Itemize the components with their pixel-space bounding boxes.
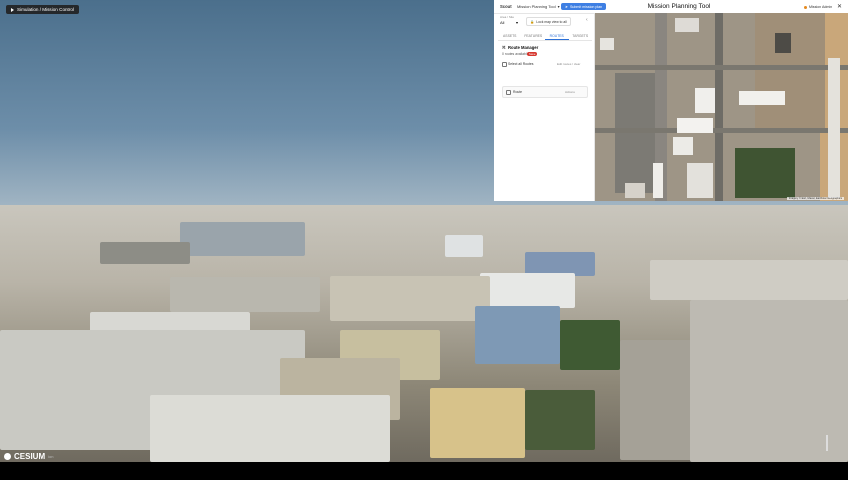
building (620, 340, 700, 460)
select-all-row[interactable]: Select all Routes Edit routes / clear (502, 61, 590, 69)
building (170, 277, 320, 312)
user-status-icon (804, 5, 807, 9)
lock-view-label: Lock map view to all (536, 19, 567, 24)
building (560, 320, 620, 370)
close-icon[interactable]: ✕ (837, 3, 842, 10)
route-count-text: 0 routes available (502, 52, 529, 56)
chevron-down-icon: ▾ (516, 20, 519, 25)
route-label: Route (513, 90, 523, 94)
section-title: Route Manager (508, 45, 539, 50)
edit-routes-link[interactable]: Edit routes / clear (557, 62, 580, 66)
tab-routes[interactable]: ROUTES (545, 32, 569, 40)
building (180, 222, 305, 256)
play-icon (11, 7, 14, 12)
app-logo[interactable]: Scout (500, 4, 512, 9)
page-title: Mission Planning Tool (647, 3, 711, 10)
building (650, 260, 848, 300)
viewer-bottom-bar (0, 462, 848, 480)
satellite-imagery (595, 13, 848, 201)
tab-targets[interactable]: TARGETS (569, 32, 593, 40)
building (330, 276, 490, 321)
send-icon: ➤ (565, 4, 569, 9)
select-all-checkbox[interactable] (502, 62, 507, 67)
mission-control-label: Simulation / Mission Control (17, 7, 74, 12)
tab-bar: ASSETS FEATURES ROUTES TARGETS (498, 32, 592, 41)
select-all-label: Select all Routes (508, 62, 534, 66)
submit-plan-label: Submit mission plan (570, 4, 603, 9)
tab-features[interactable]: FEATURES (522, 32, 546, 40)
tab-assets[interactable]: ASSETS (498, 32, 522, 40)
lock-view-button[interactable]: 🔒 Lock map view to all (526, 17, 571, 26)
cesium-logo-icon (4, 453, 11, 460)
map-attribution: Imagery © Esri, Maxar, Earthstar Geograp… (786, 197, 844, 200)
mission-planning-panel: Scout Mission Planning Tool ▾ ➤ Submit m… (494, 0, 848, 201)
building (525, 390, 595, 450)
mission-control-button[interactable]: Simulation / Mission Control (6, 5, 79, 14)
cesium-logo-subtext: ion (48, 454, 54, 459)
save-badge[interactable]: Save (527, 52, 538, 56)
building (475, 306, 560, 364)
building (690, 300, 848, 462)
route-checkbox[interactable] (506, 90, 511, 95)
lock-icon: 🔒 (530, 19, 535, 24)
cesium-logo-text: CESIUM (14, 452, 46, 461)
sidebar: Area / Site All ▾ 🔒 Lock map view to all… (494, 13, 595, 201)
satellite-map[interactable]: Imagery © Esri, Maxar, Earthstar Geograp… (595, 13, 848, 201)
building (100, 242, 190, 264)
site-field-label: Area / Site (500, 15, 515, 19)
chevron-left-icon[interactable]: ‹ (586, 17, 588, 23)
site-select[interactable]: All (500, 20, 504, 25)
building (445, 235, 483, 257)
chevron-down-icon: ▾ (557, 4, 560, 9)
scale-bar (826, 435, 828, 451)
submit-plan-button[interactable]: ➤ Submit mission plan (561, 3, 607, 10)
building (430, 388, 525, 458)
route-icon: ⛕ (502, 45, 506, 51)
route-actions[interactable]: Actions (565, 90, 575, 94)
building (480, 273, 575, 308)
panel-header: Scout Mission Planning Tool ▾ ➤ Submit m… (494, 0, 848, 14)
route-list-item[interactable]: Route Actions (502, 86, 588, 98)
user-menu[interactable]: Mission Admin (804, 5, 832, 9)
cesium-logo[interactable]: CESIUM ion (4, 452, 53, 461)
user-name: Mission Admin (809, 5, 833, 9)
building (150, 395, 390, 462)
mission-dropdown-label: Mission Planning Tool (517, 4, 556, 9)
mission-dropdown[interactable]: Mission Planning Tool ▾ (517, 4, 560, 9)
